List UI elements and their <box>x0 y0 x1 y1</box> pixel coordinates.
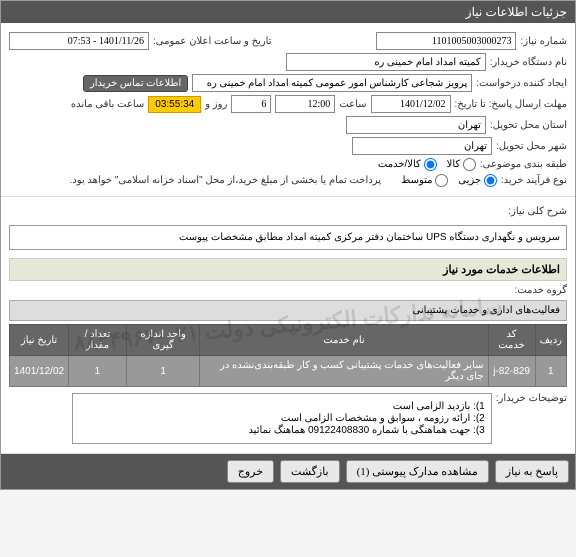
th-qty: تعداد / مقدار <box>69 325 127 356</box>
notes-label: توضیحات خریدار: <box>496 393 567 404</box>
need-title-label: شرح کلی نیاز: <box>508 206 567 217</box>
td-name: سایر فعالیت‌های خدمات پشتیبانی کسب و کار… <box>200 356 488 387</box>
proc-partial-option[interactable]: جزیی <box>458 174 497 187</box>
requester-label: ایجاد کننده درخواست: <box>476 78 567 89</box>
group-label: گروه خدمت: <box>514 285 567 296</box>
announce-input[interactable] <box>9 32 149 50</box>
main-container: جزئیات اطلاعات نیاز شماره نیاز: تاریخ و … <box>0 0 576 490</box>
days-label: روز و <box>205 99 227 110</box>
need-no-input[interactable] <box>376 32 516 50</box>
contact-button[interactable]: اطلاعات تماس خریدار <box>83 75 188 92</box>
province-label: استان محل تحویل: <box>490 120 567 131</box>
remain-label: ساعت باقی مانده <box>71 99 144 110</box>
city-label: شهر محل تحویل: <box>496 141 567 152</box>
table-row: 1 j-82-829 سایر فعالیت‌های خدمات پشتیبان… <box>10 356 567 387</box>
time-label: ساعت <box>339 99 366 110</box>
remain-time-box: 03:55:34 <box>148 96 201 113</box>
td-date: 1401/12/02 <box>10 356 69 387</box>
td-unit: 1 <box>126 356 200 387</box>
process-note: پرداخت تمام یا بخشی از مبلغ خرید،از محل … <box>69 175 381 186</box>
notes-box: 1): بازدید الزامی است 2): ارائه رزومه ، … <box>72 393 492 444</box>
note-line-2: 2): ارائه رزومه ، سوابق و مشخصات الزامی … <box>79 413 485 424</box>
proc-medium-option[interactable]: متوسط <box>401 174 448 187</box>
deadline-time-input[interactable] <box>275 95 335 113</box>
buyer-org-input[interactable] <box>286 53 486 71</box>
note-line-3: 3): جهت هماهنگی با شماره 09122408830 هما… <box>79 425 485 436</box>
group-value: فعالیت‌های اداری و خدمات پشتیبانی <box>9 300 567 321</box>
attachments-button[interactable]: مشاهده مدارک پیوستی (1) <box>346 460 489 483</box>
info-section: شماره نیاز: تاریخ و ساعت اعلان عمومی: نا… <box>1 23 575 197</box>
reply-button[interactable]: پاسخ به نیاز <box>495 460 569 483</box>
cat-both-radio[interactable] <box>424 158 437 171</box>
header-bar: جزئیات اطلاعات نیاز <box>1 1 575 23</box>
announce-label: تاریخ و ساعت اعلان عمومی: <box>153 36 272 47</box>
need-title-box: سرویس و نگهداری دستگاه UPS ساختمان دفتر … <box>9 225 567 250</box>
category-label: طبقه بندی موضوعی: <box>480 159 567 170</box>
cat-goods-option[interactable]: کالا <box>447 158 476 171</box>
th-code: کد خدمت <box>488 325 535 356</box>
cat-both-option[interactable]: کالا/خدمت <box>378 158 437 171</box>
deadline-label: مهلت ارسال پاسخ: تا تاریخ: <box>455 99 567 110</box>
process-label: نوع فرآیند خرید: <box>501 175 567 186</box>
need-no-label: شماره نیاز: <box>520 36 567 47</box>
province-input[interactable] <box>346 116 486 134</box>
th-unit: واحد اندازه گیری <box>126 325 200 356</box>
th-idx: ردیف <box>535 325 566 356</box>
note-line-1: 1): بازدید الزامی است <box>79 401 485 412</box>
back-button[interactable]: بازگشت <box>280 460 340 483</box>
th-date: تاریخ نیاز <box>10 325 69 356</box>
th-name: نام خدمت <box>200 325 488 356</box>
td-qty: 1 <box>69 356 127 387</box>
deadline-date-input[interactable] <box>371 95 451 113</box>
need-section: سامانه تدارکات الکترونیکی دولت ۰۲۱-۸۸۳۴۹… <box>1 197 575 454</box>
page-title: جزئیات اطلاعات نیاز <box>466 5 567 19</box>
city-input[interactable] <box>352 137 492 155</box>
days-input[interactable] <box>231 95 271 113</box>
close-button[interactable]: خروج <box>227 460 274 483</box>
td-idx: 1 <box>535 356 566 387</box>
buyer-org-label: نام دستگاه خریدار: <box>490 57 567 68</box>
requester-input[interactable] <box>192 74 472 92</box>
cat-goods-radio[interactable] <box>463 158 476 171</box>
td-code: j-82-829 <box>488 356 535 387</box>
table-header-row: ردیف کد خدمت نام خدمت واحد اندازه گیری ت… <box>10 325 567 356</box>
services-header: اطلاعات خدمات مورد نیاز <box>9 258 567 281</box>
services-table: ردیف کد خدمت نام خدمت واحد اندازه گیری ت… <box>9 324 567 387</box>
footer-bar: پاسخ به نیاز مشاهده مدارک پیوستی (1) باز… <box>1 454 575 489</box>
proc-partial-radio[interactable] <box>484 174 497 187</box>
proc-medium-radio[interactable] <box>435 174 448 187</box>
